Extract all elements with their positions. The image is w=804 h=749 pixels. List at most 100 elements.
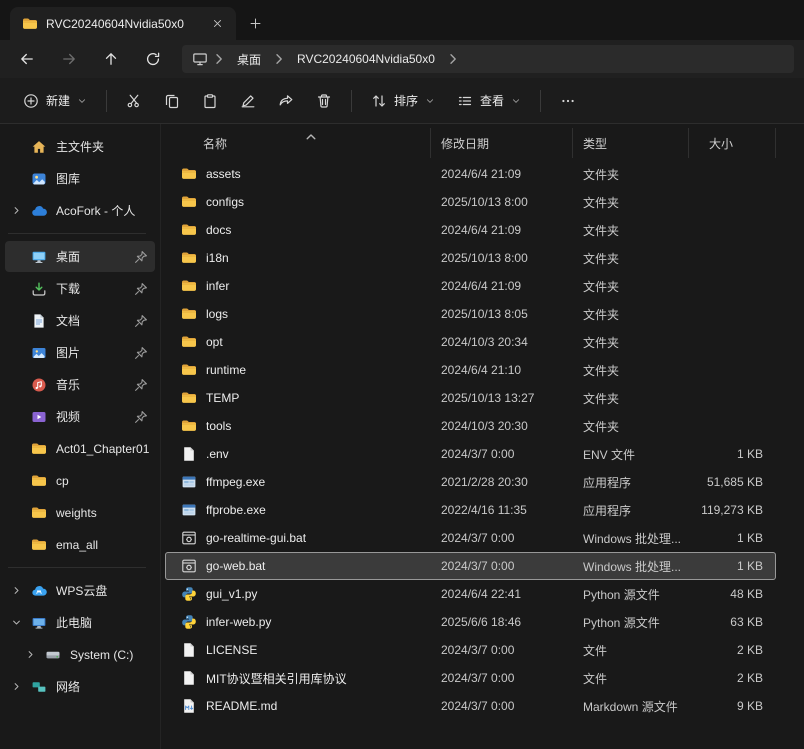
sidebar-item[interactable]: weights bbox=[5, 497, 155, 528]
table-row[interactable]: ffprobe.exe2022/4/16 11:35应用程序119,273 KB bbox=[165, 496, 776, 524]
more-button[interactable] bbox=[549, 85, 587, 117]
chevron-right-icon[interactable] bbox=[11, 584, 31, 598]
sidebar-item[interactable]: 图片 bbox=[5, 337, 155, 368]
new-button[interactable]: 新建 bbox=[12, 85, 98, 117]
sidebar-item[interactable]: 主文件夹 bbox=[5, 131, 155, 162]
table-row[interactable]: opt2024/10/3 20:34文件夹 bbox=[165, 328, 776, 356]
column-header-size[interactable]: 大小 bbox=[689, 128, 776, 158]
table-row[interactable]: MIT协议暨相关引用库协议2024/3/7 0:00文件2 KB bbox=[165, 664, 776, 692]
file-size: 51,685 KB bbox=[689, 475, 776, 489]
table-row[interactable]: infer2024/6/4 21:09文件夹 bbox=[165, 272, 776, 300]
file-date: 2025/10/13 8:00 bbox=[431, 251, 573, 265]
file-date: 2024/6/4 21:09 bbox=[431, 223, 573, 237]
table-row[interactable]: LICENSE2024/3/7 0:00文件2 KB bbox=[165, 636, 776, 664]
sidebar-item[interactable]: cp bbox=[5, 465, 155, 496]
chevron-down-icon[interactable] bbox=[11, 616, 31, 630]
chevron-right-icon[interactable] bbox=[211, 51, 227, 67]
paste-button[interactable] bbox=[191, 85, 229, 117]
new-tab-button[interactable] bbox=[242, 10, 268, 36]
chevron-placeholder bbox=[11, 172, 31, 186]
sidebar-item[interactable]: AcoFork - 个人 bbox=[5, 195, 155, 226]
table-row[interactable]: ffmpeg.exe2021/2/28 20:30应用程序51,685 KB bbox=[165, 468, 776, 496]
content-area: 主文件夹图库AcoFork - 个人桌面下载文档图片音乐视频Act01_Chap… bbox=[0, 124, 804, 749]
file-date: 2024/3/7 0:00 bbox=[431, 559, 573, 573]
sidebar-item[interactable]: 桌面 bbox=[5, 241, 155, 272]
table-row[interactable]: logs2025/10/13 8:05文件夹 bbox=[165, 300, 776, 328]
view-button[interactable]: 查看 bbox=[446, 85, 532, 117]
chevron-right-icon[interactable] bbox=[25, 648, 45, 662]
delete-button[interactable] bbox=[305, 85, 343, 117]
chevron-right-icon[interactable] bbox=[445, 51, 461, 67]
sort-ascending-icon bbox=[303, 129, 319, 145]
sidebar-item-label: 音乐 bbox=[56, 376, 129, 393]
table-row[interactable]: .env2024/3/7 0:00ENV 文件1 KB bbox=[165, 440, 776, 468]
breadcrumb-item[interactable]: 桌面 bbox=[230, 48, 268, 71]
sidebar-item[interactable]: 视频 bbox=[5, 401, 155, 432]
refresh-button[interactable] bbox=[136, 44, 170, 74]
up-button[interactable] bbox=[94, 44, 128, 74]
explorer-tab[interactable]: RVC20240604Nvidia50x0 bbox=[10, 7, 236, 40]
breadcrumb-item[interactable]: RVC20240604Nvidia50x0 bbox=[290, 49, 442, 69]
table-row[interactable]: tools2024/10/3 20:30文件夹 bbox=[165, 412, 776, 440]
file-name: logs bbox=[206, 307, 228, 321]
file-name: ffmpeg.exe bbox=[206, 475, 265, 489]
file-type: Windows 批处理... bbox=[573, 558, 689, 575]
copy-button[interactable] bbox=[153, 85, 191, 117]
table-row[interactable]: TEMP2025/10/13 13:27文件夹 bbox=[165, 384, 776, 412]
tab-close-button[interactable] bbox=[206, 13, 228, 35]
sidebar-item[interactable]: WPS云盘 bbox=[5, 575, 155, 606]
chevron-right-icon[interactable] bbox=[271, 51, 287, 67]
sidebar-item[interactable]: 网络 bbox=[5, 671, 155, 702]
share-button[interactable] bbox=[267, 85, 305, 117]
table-row[interactable]: i18n2025/10/13 8:00文件夹 bbox=[165, 244, 776, 272]
table-row[interactable]: gui_v1.py2024/6/4 22:41Python 源文件48 KB bbox=[165, 580, 776, 608]
more-icon bbox=[560, 93, 576, 109]
back-button[interactable] bbox=[10, 44, 44, 74]
sidebar-item[interactable]: 文档 bbox=[5, 305, 155, 336]
sidebar-item[interactable]: Act01_Chapter01_ bbox=[5, 433, 155, 464]
sidebar-item[interactable]: ema_all bbox=[5, 529, 155, 560]
file-name: tools bbox=[206, 419, 231, 433]
pin-icon bbox=[133, 345, 149, 361]
file-size: 1 KB bbox=[689, 531, 776, 545]
table-row[interactable]: docs2024/6/4 21:09文件夹 bbox=[165, 216, 776, 244]
table-row[interactable]: infer-web.py2025/6/6 18:46Python 源文件63 K… bbox=[165, 608, 776, 636]
table-row[interactable]: configs2025/10/13 8:00文件夹 bbox=[165, 188, 776, 216]
sidebar-item[interactable]: System (C:) bbox=[5, 639, 155, 670]
cut-button[interactable] bbox=[115, 85, 153, 117]
table-row[interactable]: go-web.bat2024/3/7 0:00Windows 批处理...1 K… bbox=[165, 552, 776, 580]
table-row[interactable]: README.md2024/3/7 0:00Markdown 源文件9 KB bbox=[165, 692, 776, 720]
file-date: 2024/6/4 21:10 bbox=[431, 363, 573, 377]
file-type: 文件夹 bbox=[573, 166, 689, 183]
sidebar-item[interactable]: 此电脑 bbox=[5, 607, 155, 638]
file-date: 2022/4/16 11:35 bbox=[431, 503, 573, 517]
file-name: infer-web.py bbox=[206, 615, 271, 629]
sidebar-item[interactable]: 音乐 bbox=[5, 369, 155, 400]
file-icon bbox=[181, 670, 197, 686]
file-type: ENV 文件 bbox=[573, 446, 689, 463]
chevron-right-icon[interactable] bbox=[11, 204, 31, 218]
folder-icon bbox=[181, 194, 197, 210]
column-header-type[interactable]: 类型 bbox=[573, 128, 689, 158]
forward-button[interactable] bbox=[52, 44, 86, 74]
table-row[interactable]: runtime2024/6/4 21:10文件夹 bbox=[165, 356, 776, 384]
toolbar-divider bbox=[351, 90, 352, 112]
sort-button[interactable]: 排序 bbox=[360, 85, 446, 117]
share-icon bbox=[278, 93, 294, 109]
sidebar-item[interactable]: 下载 bbox=[5, 273, 155, 304]
file-date: 2024/3/7 0:00 bbox=[431, 531, 573, 545]
sidebar-item-label: cp bbox=[56, 474, 149, 488]
file-date: 2024/10/3 20:34 bbox=[431, 335, 573, 349]
column-header-name[interactable]: 名称 bbox=[165, 128, 431, 158]
python-icon bbox=[181, 586, 197, 602]
rename-button[interactable] bbox=[229, 85, 267, 117]
table-row[interactable]: go-realtime-gui.bat2024/3/7 0:00Windows … bbox=[165, 524, 776, 552]
file-list: assets2024/6/4 21:09文件夹configs2025/10/13… bbox=[161, 160, 804, 749]
chevron-right-icon[interactable] bbox=[11, 680, 31, 694]
table-row[interactable]: assets2024/6/4 21:09文件夹 bbox=[165, 160, 776, 188]
column-header-date[interactable]: 修改日期 bbox=[431, 128, 573, 158]
pin-icon bbox=[133, 313, 149, 329]
sidebar-item[interactable]: 图库 bbox=[5, 163, 155, 194]
sidebar-item-label: 网络 bbox=[56, 678, 149, 695]
breadcrumb[interactable]: 桌面 RVC20240604Nvidia50x0 bbox=[182, 45, 794, 73]
